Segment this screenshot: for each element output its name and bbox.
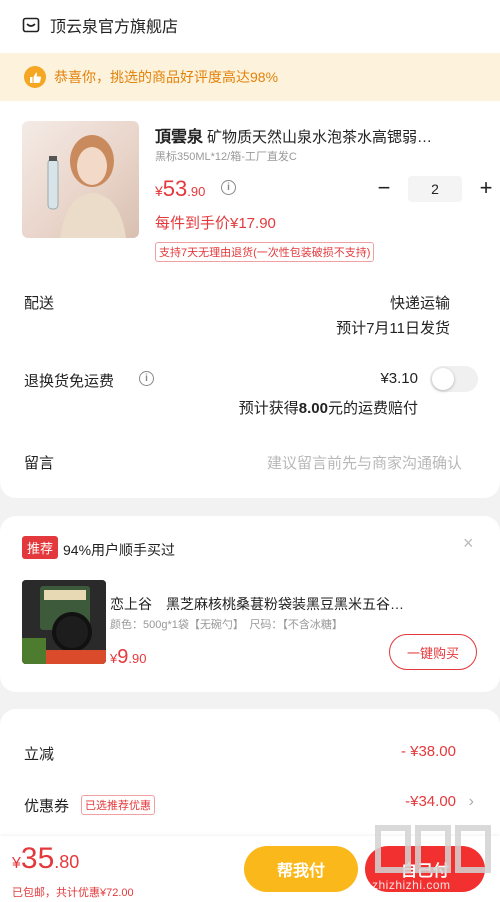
return-shipping-price: ¥3.10 bbox=[380, 370, 418, 387]
total-price: ¥35.80 bbox=[12, 842, 79, 876]
product-brand: 頂雲泉 bbox=[155, 127, 204, 146]
one-click-buy-button[interactable]: 一键购买 bbox=[389, 634, 477, 670]
note-prefix: 预计获得 bbox=[238, 400, 299, 417]
product-image[interactable] bbox=[22, 121, 139, 238]
recommend-tag: 推荐 bbox=[22, 536, 59, 559]
watermark-url: zhizhizhi.com bbox=[372, 878, 451, 892]
rec-price-currency: ¥ bbox=[110, 651, 118, 666]
message-input[interactable]: 建议留言前先与商家沟通确认 bbox=[267, 452, 462, 473]
decrease-button[interactable]: − bbox=[372, 176, 396, 202]
total-currency: ¥ bbox=[12, 855, 21, 872]
recommend-product-title[interactable]: 恋上谷 黑芝麻核桃桑葚粉袋装黑豆黑米五谷… bbox=[110, 594, 470, 614]
unit-price: 每件到手价¥17.90 bbox=[155, 215, 276, 232]
checkout-bar: ¥35.80 已包邮，共计优惠¥72.00 帮我付 自己付 bbox=[0, 836, 500, 902]
return-shipping-info-icon[interactable]: i bbox=[139, 371, 154, 386]
product-title-text: 矿物质天然山泉水泡茶水高锶弱… bbox=[207, 129, 433, 146]
rec-price-integer: 9 bbox=[117, 646, 129, 668]
product-spec[interactable]: 黑标350ML*12/箱-工厂直发C bbox=[155, 148, 297, 164]
return-shipping-note: 预计获得8.00元的运费赔付 bbox=[239, 397, 418, 418]
product-title[interactable]: 頂雲泉 矿物质天然山泉水泡茶水高锶弱… bbox=[155, 123, 485, 147]
coupon-value[interactable]: -¥34.00 bbox=[405, 793, 456, 810]
delivery-method[interactable]: 快递运输 bbox=[390, 292, 450, 313]
discount-value: - ¥38.00 bbox=[400, 743, 456, 760]
discount-label: 立减 bbox=[24, 746, 55, 763]
order-card: 顶云泉官方旗舰店 恭喜你，挑选的商品好评度高达98% 頂雲泉 矿物质天然山泉水泡茶… bbox=[0, 0, 500, 498]
chevron-right-icon[interactable]: › bbox=[469, 793, 474, 811]
note-amount: 8.00 bbox=[298, 400, 328, 417]
note-suffix: 元的运费赔付 bbox=[327, 400, 418, 417]
total-decimal: .80 bbox=[54, 852, 80, 872]
praise-banner: 恭喜你，挑选的商品好评度高达98% bbox=[0, 53, 500, 101]
price-info-icon[interactable]: i bbox=[221, 180, 236, 195]
coupon-label: 优惠券 bbox=[24, 798, 70, 815]
price-decimal: .90 bbox=[187, 184, 206, 199]
rec-price-decimal: .90 bbox=[128, 651, 147, 666]
banner-text: 恭喜你，挑选的商品好评度高达98% bbox=[54, 69, 279, 85]
coupon-tag: 已选推荐优惠 bbox=[81, 795, 155, 815]
recommend-product-image[interactable] bbox=[22, 580, 106, 664]
delivery-label: 配送 bbox=[24, 295, 55, 312]
return-shipping-label: 退换货免运费 bbox=[24, 373, 115, 390]
store-icon bbox=[22, 17, 40, 33]
message-label: 留言 bbox=[24, 455, 55, 472]
delivery-eta: 预计7月11日发货 bbox=[336, 320, 450, 337]
return-policy-tag: 支持7天无理由退货(一次性包装破损不支持) bbox=[155, 242, 375, 262]
toggle-knob bbox=[432, 368, 454, 390]
recommend-title: 94%用户顺手买过 bbox=[63, 542, 176, 558]
increase-button[interactable]: + bbox=[474, 176, 498, 202]
recommend-product-spec: 颜色：500g*1袋【无碗勺】 尺码：【不含冰糖】 bbox=[110, 619, 343, 631]
store-header[interactable]: 顶云泉官方旗舰店 bbox=[22, 12, 178, 38]
close-icon[interactable]: × bbox=[463, 533, 474, 554]
total-note: 已包邮，共计优惠¥72.00 bbox=[12, 887, 134, 899]
store-name: 顶云泉官方旗舰店 bbox=[50, 19, 179, 36]
price-currency: ¥ bbox=[155, 183, 163, 199]
return-shipping-toggle[interactable] bbox=[430, 366, 478, 392]
price-integer: 53 bbox=[162, 176, 188, 201]
product-price: ¥53.90 bbox=[155, 176, 205, 202]
thumbs-up-icon bbox=[24, 66, 46, 88]
quantity-stepper: − 2 + bbox=[372, 176, 498, 202]
recommend-product-price: ¥9.90 bbox=[110, 646, 146, 669]
quantity-input[interactable]: 2 bbox=[408, 176, 462, 202]
help-pay-button[interactable]: 帮我付 bbox=[244, 846, 358, 892]
total-integer: 35 bbox=[20, 842, 55, 875]
